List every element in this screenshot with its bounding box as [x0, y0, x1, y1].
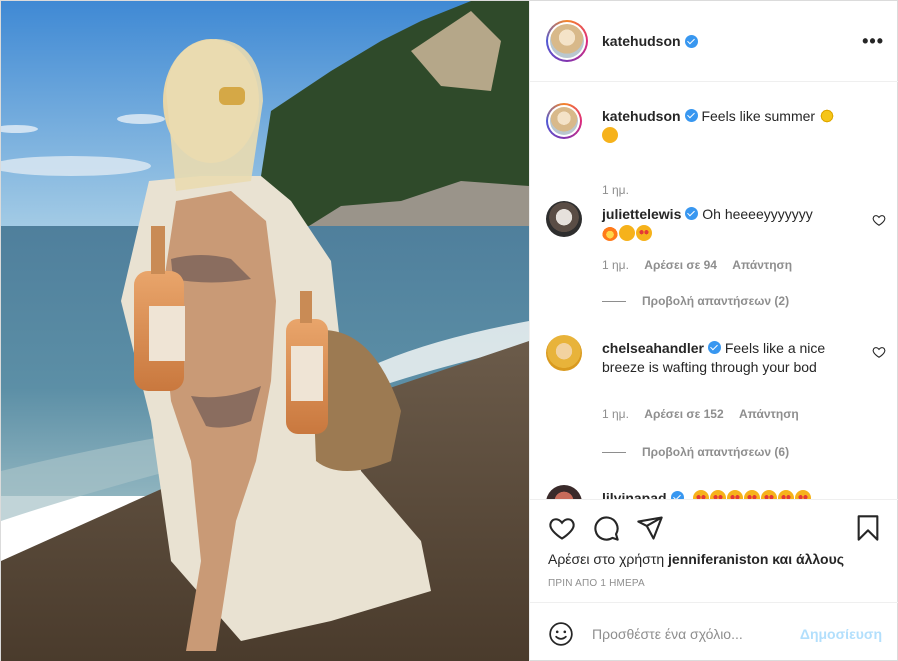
commenter-avatar[interactable]	[546, 201, 582, 237]
post-photo[interactable]	[1, 1, 529, 661]
reply-button[interactable]: Απάντηση	[739, 407, 799, 421]
view-replies-button[interactable]: Προβολή απαντήσεων (6)	[602, 445, 789, 459]
likes-prefix: Αρέσει στο χρήστη	[548, 551, 665, 567]
sun-emoji-icon	[818, 108, 835, 124]
verified-badge-icon	[684, 109, 698, 122]
verified-badge-icon	[670, 491, 684, 499]
reply-button[interactable]: Απάντηση	[732, 258, 792, 272]
like-comment-heart-icon[interactable]	[872, 213, 886, 227]
post-actions: Αρέσει στο χρήστη jenniferaniston και άλ…	[530, 499, 898, 602]
post-comment-button[interactable]: Δημοσίευση	[800, 626, 882, 642]
heart-outline-icon[interactable]	[548, 514, 576, 542]
caption-username[interactable]: katehudson	[602, 108, 681, 124]
heart-eyes-emoji-icon	[744, 490, 761, 499]
view-replies-label: Προβολή απαντήσεων (2)	[642, 294, 790, 308]
likes-user[interactable]: jenniferaniston	[668, 551, 768, 567]
heart-eyes-emoji-icon	[795, 490, 812, 499]
heart-eyes-emoji-icon	[778, 490, 795, 499]
comment-time: 1 ημ.	[602, 258, 629, 272]
comment-username[interactable]: lilyinapad	[602, 490, 667, 499]
comment-body: chelseahandler Feels like a nice breeze …	[602, 339, 852, 377]
paper-plane-icon[interactable]	[636, 514, 664, 542]
post-date: ΠΡΙΝ ΑΠΟ 1 ΗΜΕΡΑ	[548, 578, 645, 589]
commenter-avatar[interactable]	[546, 485, 582, 499]
post-header: katehudson •••	[530, 1, 898, 82]
comment-likes[interactable]: Αρέσει σε 94	[644, 258, 717, 272]
likes-others[interactable]: και άλλους	[772, 551, 844, 567]
verified-badge-icon	[685, 207, 699, 220]
comment-body: lilyinapad	[602, 489, 882, 499]
bookmark-icon[interactable]	[854, 514, 882, 542]
heart-eyes-emoji-icon	[727, 490, 744, 499]
comment-input[interactable]	[592, 621, 792, 647]
comment-meta: 1 ημ. Αρέσει σε 94 Απάντηση	[602, 258, 804, 272]
commenter-avatar[interactable]	[546, 335, 582, 371]
comment-icon[interactable]	[592, 514, 620, 542]
comment-likes[interactable]: Αρέσει σε 152	[644, 407, 723, 421]
comment-username[interactable]: juliettelewis	[602, 206, 681, 222]
comment-meta: 1 ημ. Αρέσει σε 152 Απάντηση	[602, 407, 811, 421]
smiley-icon[interactable]	[548, 621, 574, 647]
caption-time: 1 ημ.	[602, 183, 629, 197]
view-replies-label: Προβολή απαντήσεων (6)	[642, 445, 790, 459]
verified-badge-icon	[707, 341, 721, 354]
comment-text: Oh heeeeyyyyyyy	[702, 206, 813, 222]
heart-eyes-emoji-icon	[693, 490, 710, 499]
post-side-panel: katehudson ••• katehudson Feels like sum…	[529, 1, 898, 661]
beach-photo-image	[1, 1, 529, 661]
heart-eyes-emoji-icon	[636, 225, 652, 241]
tongue-face-emoji-icon	[602, 127, 618, 143]
comment-body: juliettelewis Oh heeeeyyyyyyy	[602, 205, 852, 243]
caption-body: katehudson Feels like summer	[602, 107, 862, 145]
author-username[interactable]: katehudson	[602, 33, 681, 49]
raising-hands-emoji-icon	[619, 225, 635, 241]
add-comment-bar: Δημοσίευση	[530, 602, 898, 661]
view-replies-button[interactable]: Προβολή απαντήσεων (2)	[602, 294, 789, 308]
like-comment-heart-icon[interactable]	[872, 345, 886, 359]
heart-eyes-emoji-icon	[710, 490, 727, 499]
caption-text: Feels like summer	[701, 108, 816, 124]
comment-username[interactable]: chelseahandler	[602, 340, 704, 356]
verified-badge-icon	[684, 34, 698, 48]
comment-time: 1 ημ.	[602, 407, 629, 421]
author-avatar[interactable]	[546, 20, 588, 62]
comments-list: katehudson Feels like summer 1 ημ. julie…	[530, 83, 898, 499]
replies-divider	[602, 300, 626, 302]
more-options-icon[interactable]: •••	[862, 31, 884, 52]
heart-eyes-emoji-icon	[761, 490, 778, 499]
likes-summary: Αρέσει στο χρήστη jenniferaniston και άλ…	[548, 551, 844, 567]
instagram-post: katehudson ••• katehudson Feels like sum…	[0, 0, 898, 661]
replies-divider	[602, 451, 626, 453]
fire-emoji-icon	[602, 225, 618, 241]
caption-avatar[interactable]	[546, 103, 582, 139]
